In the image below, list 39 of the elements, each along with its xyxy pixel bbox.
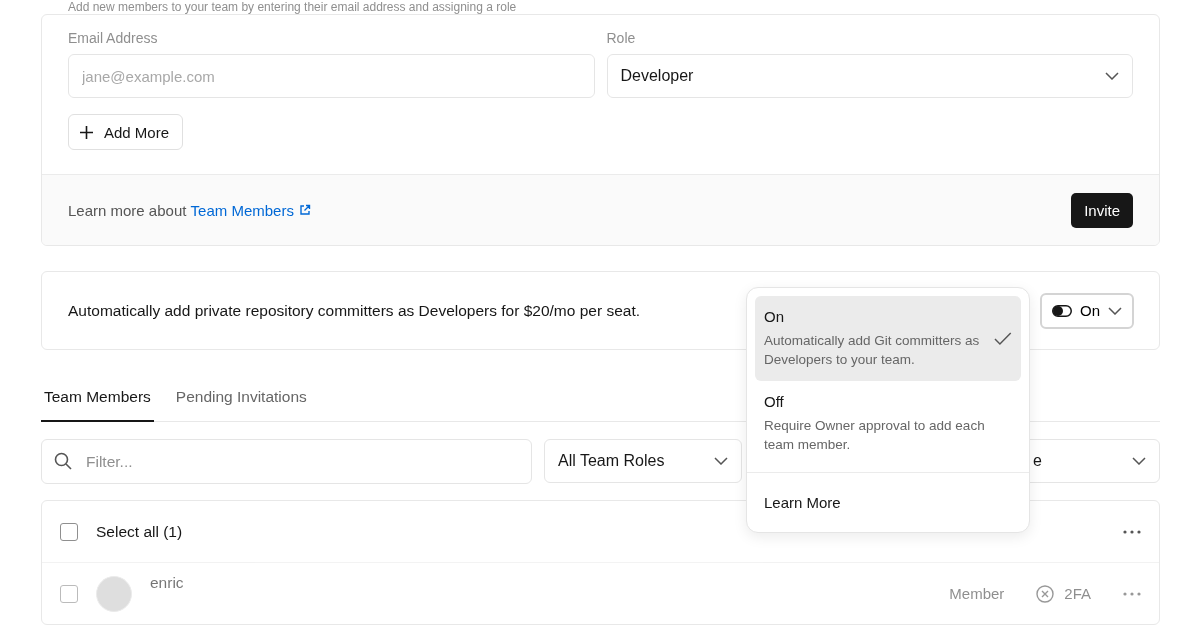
toggle-icon xyxy=(1052,304,1072,317)
row-checkbox[interactable] xyxy=(60,584,78,603)
auto-add-text: Automatically add private repository committers as Developers for $20/mo per seat. xyxy=(68,301,641,320)
option-description: Require Owner approval to add each team member. xyxy=(764,417,986,454)
learn-more-link[interactable]: Learn More xyxy=(755,473,1021,524)
plus-icon xyxy=(79,124,94,140)
menu-option[interactable]: Off Require Owner approval to add each team member. xyxy=(755,381,1021,466)
field-label: Email Address xyxy=(68,30,159,46)
field-label: Role xyxy=(606,30,637,46)
form-description: Add new members to your team by entering their email address and assigning a role xyxy=(67,0,518,14)
invite-button[interactable]: Invite xyxy=(1071,192,1133,228)
add-more-button[interactable]: Add More xyxy=(68,114,184,150)
chevron-down-icon xyxy=(714,457,728,465)
check-icon xyxy=(994,332,1012,345)
select-all-label: Select all (1) xyxy=(96,522,183,541)
external-link-icon xyxy=(298,204,311,216)
email-field[interactable]: jane@example.com xyxy=(68,54,595,98)
chevron-down-icon xyxy=(1132,457,1146,465)
role-select[interactable]: Developer xyxy=(606,54,1133,98)
two-factor-status: 2FA xyxy=(1064,585,1091,602)
chevron-down-icon xyxy=(1108,306,1122,315)
member-role: Member xyxy=(949,585,1005,602)
roles-select[interactable]: All Team Roles xyxy=(544,439,742,483)
option-title: On xyxy=(764,308,785,325)
tab[interactable]: Team Members xyxy=(41,388,154,422)
footer-text: Learn more about Team Members xyxy=(68,201,311,219)
menu-option[interactable]: On Automatically add Git committers as Developers to your team. xyxy=(755,296,1021,381)
option-title: Off xyxy=(764,393,785,410)
chevron-down-icon xyxy=(1105,72,1119,80)
avatar xyxy=(96,575,132,612)
filter-field[interactable]: Filter... xyxy=(41,439,532,484)
select-all-checkbox[interactable] xyxy=(60,522,78,541)
option-description: Automatically add Git committers as Developers to your team. xyxy=(764,332,981,369)
team-members-link[interactable]: Team Members xyxy=(190,201,311,219)
search-icon xyxy=(54,452,72,470)
more-icon[interactable] xyxy=(1123,529,1141,534)
toggle-dropdown[interactable]: On xyxy=(1040,292,1134,329)
member-name: enric xyxy=(150,573,184,592)
tab[interactable]: Pending Invitations xyxy=(172,388,310,422)
